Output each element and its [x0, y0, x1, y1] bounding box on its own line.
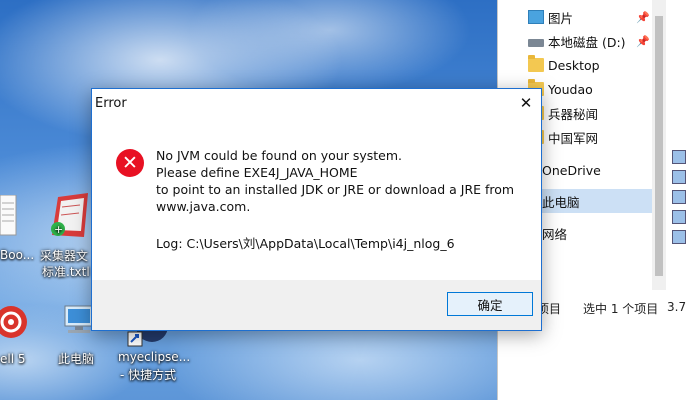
- error-message-line-3: to point to an installed JDK or JRE or d…: [156, 182, 515, 197]
- status-size: 3.72: [667, 300, 686, 314]
- desktop-icon-collector-txt[interactable]: + 采集器文 标准.txtl: [40, 193, 96, 283]
- ok-button[interactable]: 确定: [447, 292, 533, 316]
- file-list-icons: [672, 150, 686, 250]
- pin-icon: 📌: [636, 10, 650, 24]
- nav-item-label: 本地磁盘 (D:): [548, 34, 626, 50]
- nav-item-label: 中国军网: [548, 130, 599, 146]
- nav-item-label: 兵器秘闻: [548, 106, 599, 122]
- desktop-icon-document[interactable]: Boo...: [0, 195, 40, 265]
- scrollbar-thumb[interactable]: [655, 16, 663, 276]
- svg-text:+: +: [54, 223, 63, 236]
- file-icon[interactable]: [672, 150, 686, 164]
- document-icon: [0, 195, 17, 236]
- error-dialog: Error ✕ ✕ No JVM could be found on your …: [91, 88, 542, 331]
- error-message-line-2: Please define EXE4J_JAVA_HOME: [156, 165, 358, 180]
- file-icon[interactable]: [672, 170, 686, 184]
- folder-icon: [528, 55, 544, 72]
- desktop-icon-shell[interactable]: ell 5: [0, 300, 40, 370]
- pin-icon: 📌: [636, 34, 650, 48]
- desktop-icon-label: ell 5: [0, 352, 26, 366]
- error-message-line-4: www.java.com.: [156, 199, 251, 214]
- file-icon[interactable]: [672, 190, 686, 204]
- nav-item-desktop[interactable]: Desktop: [498, 53, 658, 77]
- nav-item-label: 网络: [542, 226, 568, 242]
- desktop-icon-label: Boo...: [0, 248, 35, 262]
- desktop-icon-label: myeclipse...: [118, 350, 191, 364]
- nav-item-label: Youdao: [548, 81, 593, 97]
- desktop-icon-label-line2: - 快捷方式: [120, 368, 177, 382]
- desktop-icon-label: 采集器文: [40, 249, 89, 263]
- nav-item-pictures[interactable]: 图片 📌: [498, 5, 658, 29]
- nav-item-label: OneDrive: [542, 162, 601, 178]
- nav-item-local-disk-d[interactable]: 本地磁盘 (D:) 📌: [498, 29, 658, 53]
- log-path-line: Log: C:\Users\刘\AppData\Local\Temp\i4j_n…: [156, 236, 455, 251]
- file-icon[interactable]: [672, 210, 686, 224]
- notepad-icon: +: [51, 193, 88, 237]
- shell-app-icon: [0, 306, 27, 338]
- status-selected: 选中 1 个项目: [583, 302, 659, 316]
- nav-item-label: 图片: [548, 10, 574, 26]
- dialog-title: Error: [95, 96, 127, 111]
- error-icon: ✕: [116, 149, 144, 177]
- error-message-line-1: No JVM could be found on your system.: [156, 148, 402, 163]
- drive-icon: [528, 39, 544, 47]
- desktop-icon-label-line2: 标准.txtl: [42, 265, 90, 279]
- close-icon[interactable]: ✕: [511, 89, 541, 117]
- nav-item-label: Desktop: [548, 57, 600, 73]
- file-icon[interactable]: [672, 230, 686, 244]
- desktop-icon-label: 此电脑: [58, 352, 95, 366]
- pictures-icon: [528, 10, 544, 24]
- nav-item-label: 此电脑: [542, 194, 580, 210]
